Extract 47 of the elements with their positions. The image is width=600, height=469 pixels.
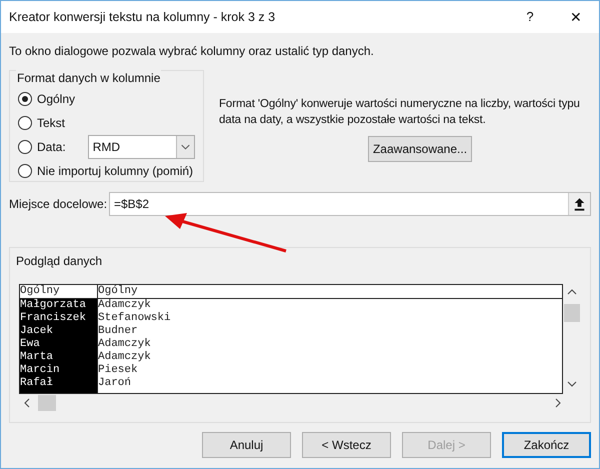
chevron-right-icon[interactable] [553,398,563,408]
table-cell-text: Piesek [98,364,139,377]
radio-button[interactable] [18,92,32,106]
dialog-button[interactable]: Anuluj [202,432,291,458]
scroll-thumb[interactable] [38,394,56,410]
option-label: Ogólny [37,90,76,108]
destination-field[interactable]: =$B$2 [109,192,591,216]
table-cell-text: Jacek [20,325,54,338]
date-format-select[interactable]: RMD [88,134,195,159]
table-cell-text: Małgorzata [20,299,88,312]
group-title: Podgląd danych [16,253,102,270]
radio-button[interactable] [18,116,32,130]
table-cell-text: Adamczyk [98,338,152,351]
preview-column[interactable]: Ogólny Małgorzata Franciszek Jacek Ewa Marta Marcin Rafał [20,285,98,393]
chevron-down-icon [176,136,194,158]
option-label: Tekst [37,114,66,132]
advanced-button[interactable]: Zaawansowane... [368,136,472,162]
table-cell-text: Rafał [20,377,54,390]
table-cell-text: Marcin [20,364,61,377]
help-button[interactable]: ? [507,7,553,27]
option-label: Data: [37,138,66,156]
table-cell-text: Budner [98,325,139,338]
chevron-up-icon[interactable] [567,288,578,296]
format-description: Format 'Ogólny' konweruje wartości numeryczne na liczby, wartości typu data na daty, a wszystkie pozostałe wartości na tekst. [219,97,581,128]
option-label: Nie importuj kolumny (pomiń) [37,163,194,180]
table-cell-text: Stefanowski [98,312,172,325]
radio-button[interactable] [18,164,32,178]
table-cell-text: Marta [20,351,54,364]
collapse-dialog-icon[interactable] [568,193,590,215]
close-button[interactable]: ✕ [553,6,599,28]
dialog-button[interactable]: Zakończ [502,432,591,458]
table-cell-text: Jaroń [98,377,132,390]
table-cell-text: Ewa [20,338,41,351]
intro-text: To okno dialogowe pozwala wybrać kolumny oraz ustalić typ danych. [9,43,375,60]
destination-label: Miejsce docelowe: [9,196,108,213]
table-cell-text: Franciszek [20,312,88,325]
group-title: Format danych w kolumnie [16,69,162,87]
chevron-down-icon[interactable] [567,380,578,388]
column-header: Ogólny [20,285,97,299]
radio-button[interactable] [18,140,32,154]
table-cell-text: Adamczyk [98,351,152,364]
column-header: Ogólny [98,285,562,299]
scroll-thumb[interactable] [564,304,580,322]
table-cell-text: Adamczyk [98,299,152,312]
window-title: Kreator konwersji tekstu na kolumny - krok 3 z 3 [9,8,276,26]
chevron-left-icon[interactable] [22,398,32,408]
dialog-button[interactable]: < Wstecz [302,432,391,458]
